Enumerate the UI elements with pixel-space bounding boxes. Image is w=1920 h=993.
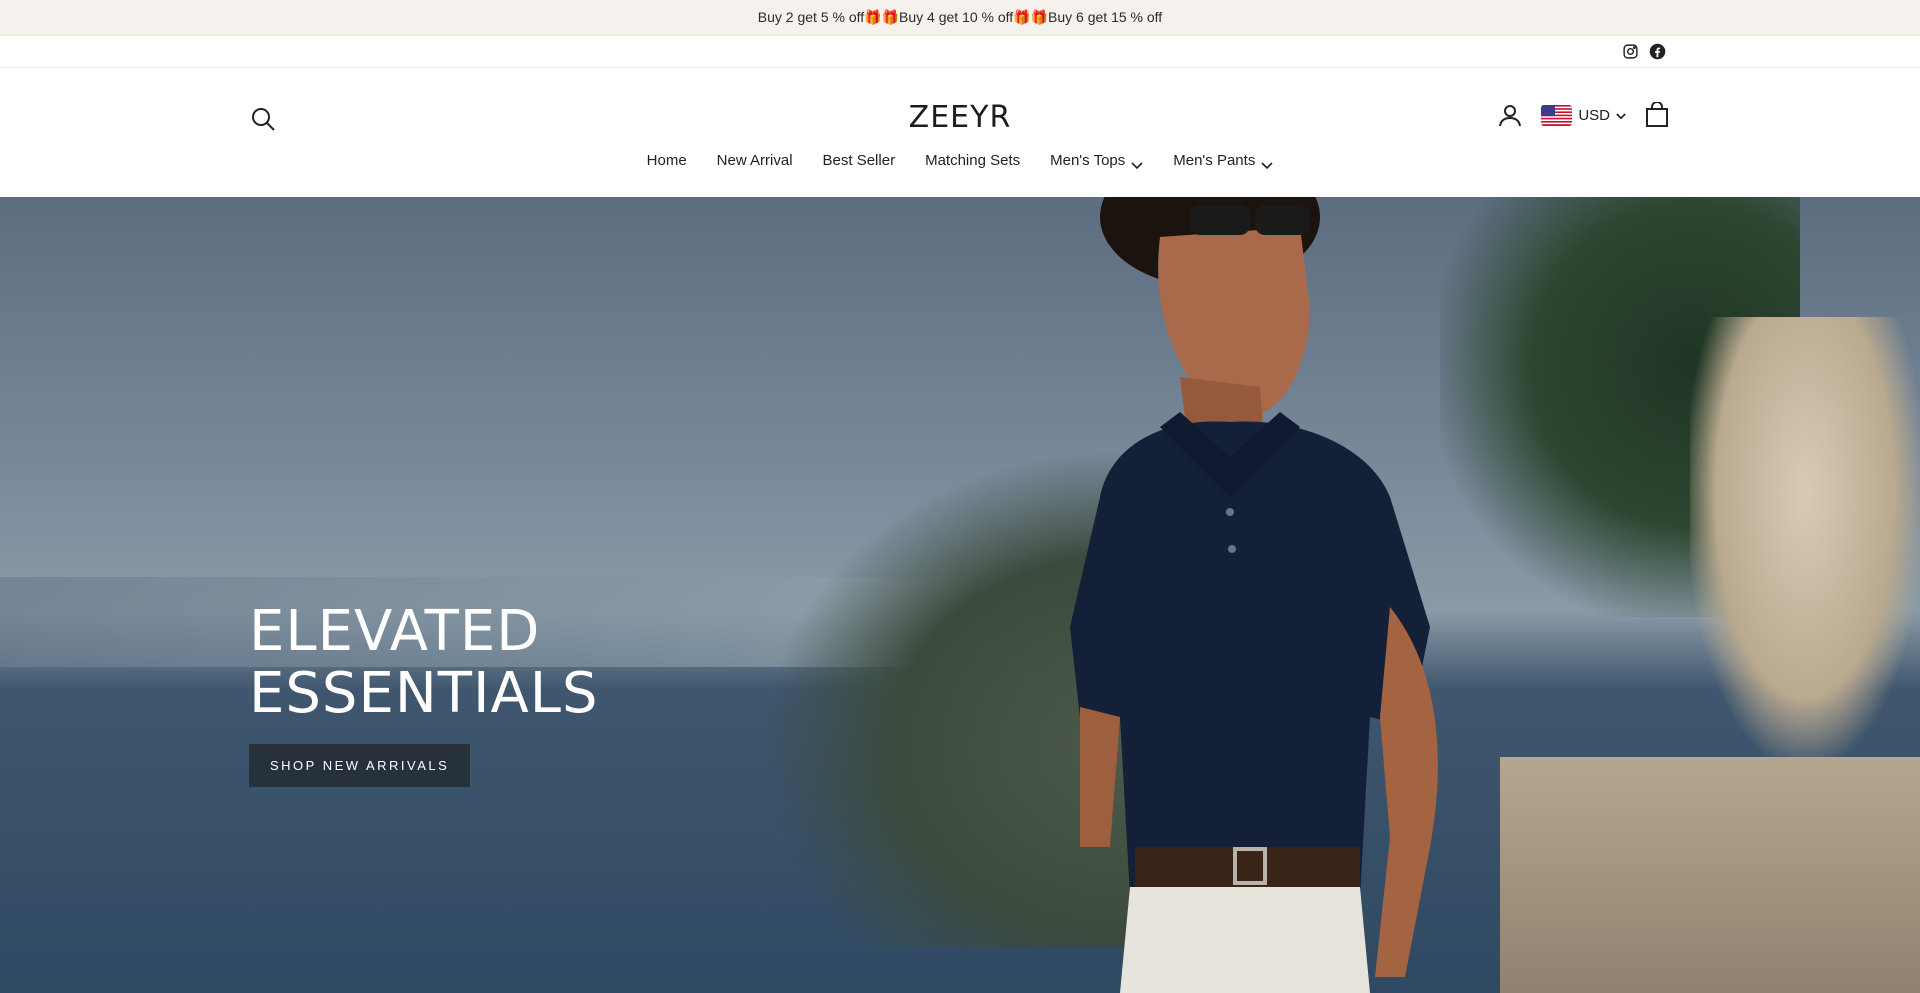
- social-icons: [1622, 43, 1666, 60]
- hero-title: ELEVATED ESSENTIALS: [249, 599, 599, 726]
- announcement-bar: Buy 2 get 5 % off🎁🎁Buy 4 get 10 % off🎁🎁B…: [0, 0, 1920, 36]
- hero-banner: ELEVATED ESSENTIALS SHOP NEW ARRIVALS: [0, 197, 1920, 993]
- nav-item-new-arrival[interactable]: New Arrival: [717, 152, 793, 169]
- currency-label: USD: [1578, 106, 1610, 124]
- header-tools: USD: [1497, 101, 1670, 128]
- us-flag-icon: [1541, 104, 1573, 126]
- announcement-text: Buy 2 get 5 % off🎁🎁Buy 4 get 10 % off🎁🎁B…: [757, 9, 1163, 25]
- facebook-icon[interactable]: [1649, 43, 1666, 60]
- site-header: ZEEYR USD Home New Arrival Best Seller M…: [0, 68, 1920, 197]
- hero-content: ELEVATED ESSENTIALS SHOP NEW ARRIVALS: [249, 601, 599, 787]
- instagram-icon[interactable]: [1622, 43, 1639, 60]
- social-bar: [0, 36, 1920, 68]
- account-icon[interactable]: [1497, 102, 1523, 128]
- chevron-down-icon: [1131, 157, 1143, 169]
- nav-item-mens-pants[interactable]: Men's Pants: [1173, 152, 1273, 169]
- currency-selector[interactable]: USD: [1541, 104, 1626, 126]
- main-nav: Home New Arrival Best Seller Matching Se…: [0, 152, 1920, 169]
- cart-icon[interactable]: [1644, 101, 1670, 128]
- hero-model-image: [1070, 197, 1438, 993]
- nav-item-home[interactable]: Home: [647, 152, 687, 169]
- shop-new-arrivals-button[interactable]: SHOP NEW ARRIVALS: [249, 744, 471, 787]
- nav-item-matching-sets[interactable]: Matching Sets: [925, 152, 1020, 169]
- chevron-down-icon: [1261, 157, 1273, 169]
- nav-item-best-seller[interactable]: Best Seller: [823, 152, 896, 169]
- chevron-down-icon: [1616, 107, 1626, 124]
- nav-item-mens-tops[interactable]: Men's Tops: [1050, 152, 1143, 169]
